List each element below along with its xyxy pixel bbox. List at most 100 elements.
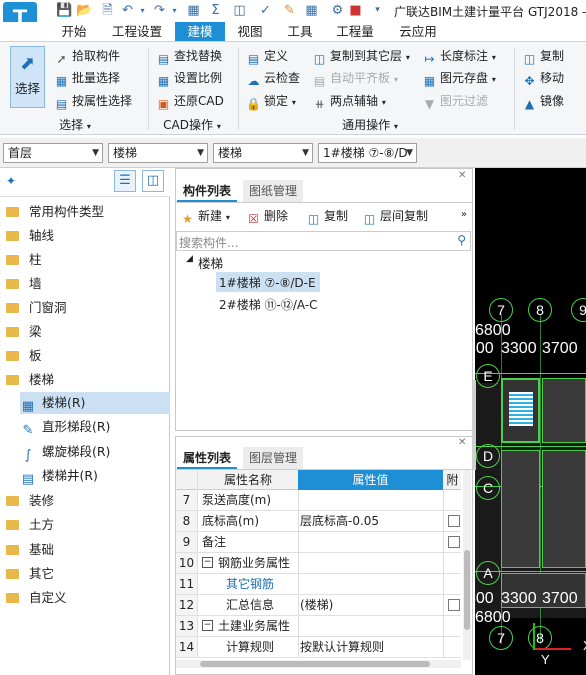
lock-button[interactable]: 🔒 锁定 ▾	[246, 91, 296, 111]
length-dimension-button[interactable]: ↦ 长度标注 ▾	[422, 46, 495, 66]
attach-checkbox[interactable]	[448, 536, 460, 548]
cad-group-label[interactable]: CAD操作 ▾	[152, 116, 232, 133]
report-icon[interactable]: ◫	[232, 3, 247, 18]
property-row[interactable]: 11 其它钢筋	[176, 574, 461, 595]
splitter-handle[interactable]	[472, 380, 476, 470]
table-icon[interactable]: ▦	[304, 3, 319, 18]
drawing-canvas[interactable]: 7 8 9 6800 300 3300 3700 E D C A 300 330…	[475, 168, 586, 675]
tree-category[interactable]: 装修	[6, 490, 54, 512]
copy-button[interactable]: ◫ 复制	[522, 46, 564, 66]
category-select[interactable]: 楼梯 ▼	[108, 143, 208, 163]
component-search-input[interactable]: 搜索构件... ⚲	[176, 231, 471, 251]
stop-icon[interactable]: ■	[348, 3, 363, 18]
select-button[interactable]: ⬈ 选择	[10, 46, 45, 108]
undo-icon[interactable]: ↶	[120, 3, 135, 18]
tree-category[interactable]: 门窗洞	[6, 297, 67, 319]
undo-dropdown-icon[interactable]: ▾	[135, 3, 150, 18]
tree-category[interactable]: 自定义	[6, 587, 67, 609]
property-row[interactable]: 14 计算规则 按默认计算规则	[176, 637, 461, 658]
pencil-icon[interactable]: ✎	[282, 3, 297, 18]
check-icon[interactable]: ✓	[258, 3, 273, 18]
tree-subitem[interactable]: ∫ 螺旋梯段(R)	[20, 441, 170, 463]
tree-category[interactable]: 常用构件类型	[6, 201, 104, 223]
new-file-icon[interactable]: 🗎	[100, 3, 115, 18]
tree-category[interactable]: 墙	[6, 273, 42, 295]
save-icon[interactable]: 💾	[56, 3, 72, 18]
close-icon[interactable]: ✕	[458, 437, 466, 448]
component-item[interactable]: 1#楼梯 ⑦-⑧/D-E	[219, 274, 316, 291]
open-folder-icon[interactable]: 📂	[76, 3, 92, 18]
define-button[interactable]: ▤ 定义	[246, 46, 288, 66]
tree-category[interactable]: 楼梯	[6, 369, 54, 391]
collapse-icon[interactable]: ◢	[186, 254, 193, 264]
component-item[interactable]: 2#楼梯 ⑪-⑫/A-C	[219, 296, 318, 313]
tree-subitem[interactable]: ▤ 楼梯井(R)	[20, 465, 170, 487]
select-group-label[interactable]: 选择 ▾	[40, 116, 110, 133]
tab-property-list[interactable]: 属性列表	[177, 447, 238, 469]
tree-subitem[interactable]: ✎ 直形梯段(R)	[20, 416, 170, 438]
tree-root-stairs[interactable]: 楼梯	[198, 253, 223, 272]
element-filter-button[interactable]: ▼ 图元过滤	[422, 91, 488, 111]
property-row[interactable]: 7 泵送高度(m)	[176, 490, 461, 511]
select-by-property-button[interactable]: ▤ 按属性选择	[54, 91, 132, 111]
tab-layer-management[interactable]: 图层管理	[243, 447, 304, 469]
pick-component-button[interactable]: ➚ 拾取构件	[54, 46, 120, 66]
redo-dropdown-icon[interactable]: ▾	[167, 3, 182, 18]
close-icon[interactable]: ✕	[458, 170, 466, 181]
tree-category[interactable]: 梁	[6, 321, 42, 343]
copy-component-button[interactable]: ◫ 复制	[306, 206, 348, 226]
tab-view[interactable]: 视图	[228, 22, 272, 41]
tree-subitem[interactable]: ▦ 楼梯(R)	[20, 392, 170, 414]
tab-tools[interactable]: 工具	[278, 22, 322, 41]
floor-copy-button[interactable]: ◫ 层间复制	[362, 206, 428, 226]
component-select[interactable]: 1#楼梯 ⑦-⑧/D ▼	[318, 143, 417, 163]
attach-checkbox[interactable]	[448, 515, 460, 527]
property-row[interactable]: 8 底标高(m) 层底标高-0.05	[176, 511, 461, 532]
calculator-icon[interactable]: ▦	[186, 3, 201, 18]
tab-start[interactable]: 开始	[52, 22, 96, 41]
floor-select[interactable]: 首层 ▼	[3, 143, 103, 163]
tab-modeling[interactable]: 建模	[175, 22, 225, 41]
copy-to-other-floor-button[interactable]: ◫ 复制到其它层 ▾	[312, 46, 410, 66]
tab-project-settings[interactable]: 工程设置	[104, 22, 170, 41]
tab-component-list[interactable]: 构件列表	[177, 180, 238, 202]
element-save-button[interactable]: ▦ 图元存盘 ▾	[422, 68, 496, 88]
pin-icon[interactable]: ✦	[6, 174, 16, 188]
tab-quantities[interactable]: 工程量	[330, 22, 380, 41]
more-icon[interactable]: ▾	[370, 3, 385, 18]
property-row[interactable]: 13− 土建业务属性	[176, 616, 461, 637]
two-point-aux-axis-button[interactable]: ⧺ 两点辅轴 ▾	[312, 91, 385, 111]
auto-level-slab-button[interactable]: ▤ 自动平齐板 ▾	[312, 68, 398, 88]
batch-select-button[interactable]: ▦ 批量选择	[54, 68, 120, 88]
collapse-toggle-icon[interactable]: −	[202, 620, 213, 631]
redo-icon[interactable]: ↷	[152, 3, 167, 18]
more-icon[interactable]: »	[461, 209, 467, 220]
set-scale-button[interactable]: ▦ 设置比例	[156, 68, 222, 88]
move-button[interactable]: ✥ 移动	[522, 68, 564, 88]
list-view-icon[interactable]: ☰	[114, 170, 136, 192]
tree-category[interactable]: 土方	[6, 514, 54, 536]
attach-checkbox[interactable]	[448, 599, 460, 611]
tree-category[interactable]: 柱	[6, 249, 42, 271]
property-row[interactable]: 10− 钢筋业务属性	[176, 553, 461, 574]
property-row[interactable]: 9 备注	[176, 532, 461, 553]
new-component-button[interactable]: ★ 新建 ▾	[180, 206, 230, 226]
tree-category[interactable]: 轴线	[6, 225, 54, 247]
tab-cloud[interactable]: 云应用	[392, 22, 444, 41]
type-select[interactable]: 楼梯 ▼	[213, 143, 313, 163]
tree-category[interactable]: 其它	[6, 563, 54, 585]
common-group-label[interactable]: 通用操作 ▾	[330, 116, 410, 133]
hscrollbar-thumb[interactable]	[200, 661, 430, 667]
tree-category[interactable]: 板	[6, 345, 42, 367]
tree-category[interactable]: 基础	[6, 539, 54, 561]
stair-element[interactable]	[501, 378, 540, 443]
find-replace-button[interactable]: ▤ 查找替换	[156, 46, 222, 66]
cloud-check-button[interactable]: ☁ 云检查	[246, 68, 301, 88]
mirror-button[interactable]: ▲ 镜像	[522, 91, 564, 111]
delete-component-button[interactable]: ☒ 删除	[246, 206, 288, 226]
settings-icon[interactable]: ⚙	[330, 3, 345, 18]
restore-cad-button[interactable]: ▣ 还原CAD	[156, 91, 224, 111]
collapse-toggle-icon[interactable]: −	[202, 557, 213, 568]
tab-drawing-management[interactable]: 图纸管理	[243, 180, 304, 202]
scrollbar-thumb[interactable]	[464, 550, 470, 630]
